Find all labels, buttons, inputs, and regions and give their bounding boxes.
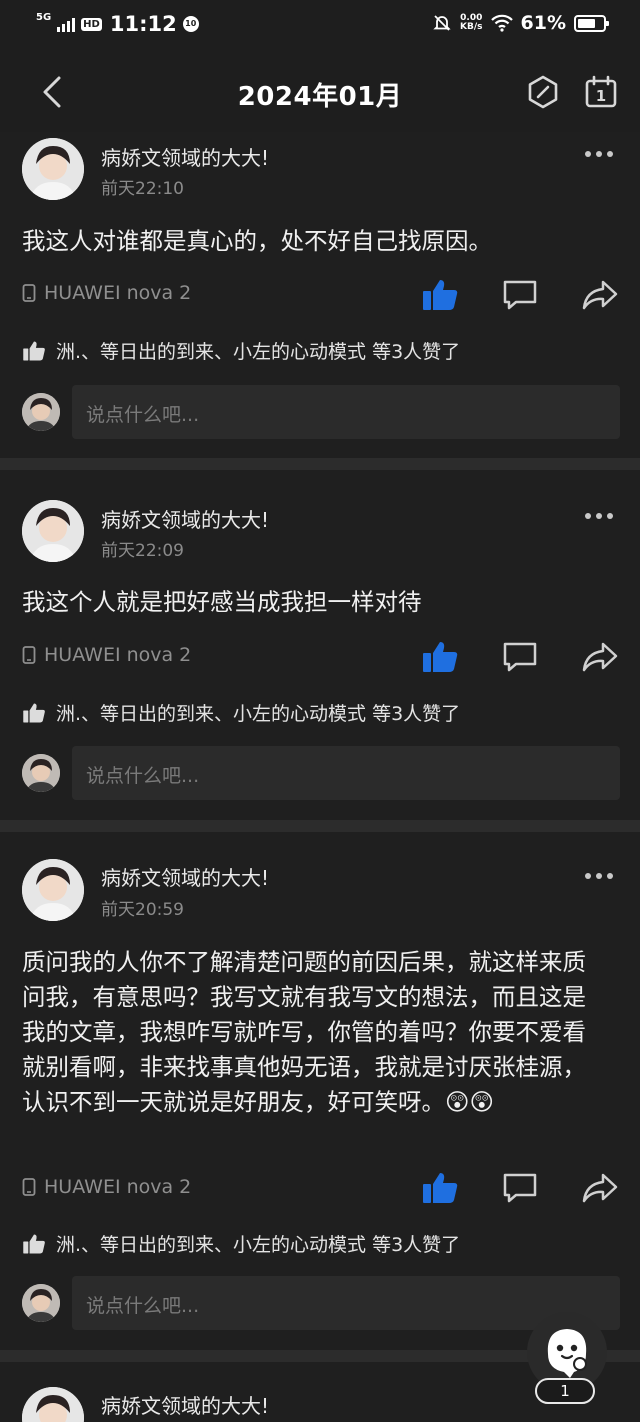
post-card: 病娇文领域的大大! 前天22:10 我这人对谁都是真心的，处不好自己找原因。 H… bbox=[0, 132, 640, 458]
comment-icon bbox=[503, 1173, 537, 1203]
speed-unit: KB/s bbox=[460, 22, 483, 32]
mute-bell-icon bbox=[433, 15, 451, 31]
post-content: 我这个人就是把好感当成我担一样对待 bbox=[22, 588, 422, 616]
share-icon bbox=[582, 280, 618, 310]
comment-input[interactable]: 说点什么吧... bbox=[72, 385, 620, 439]
battery-percent: 61% bbox=[520, 12, 566, 34]
hexagon-icon bbox=[528, 75, 558, 109]
calendar-icon: 1 bbox=[585, 75, 617, 108]
post-card: 病娇文领域的大大! 前天22:09 我这个人就是把好感当成我担一样对待 HUAW… bbox=[0, 470, 640, 820]
post-content: 我这人对谁都是真心的，处不好自己找原因。 bbox=[22, 227, 492, 255]
ghost-mascot-icon bbox=[547, 1329, 587, 1378]
thumbs-up-icon bbox=[23, 703, 45, 722]
post-feed[interactable]: 病娇文领域的大大! 前天22:10 我这人对谁都是真心的，处不好自己找原因。 H… bbox=[0, 132, 640, 1422]
share-icon bbox=[582, 1173, 618, 1203]
phone-icon bbox=[22, 1178, 36, 1196]
comment-button[interactable] bbox=[500, 275, 540, 315]
post-time: 前天20:59 bbox=[101, 900, 184, 920]
likes-summary[interactable]: 洲.、等日出的到来、小左的心动模式 等3人赞了 bbox=[22, 1230, 460, 1257]
share-button[interactable] bbox=[580, 637, 620, 677]
like-button[interactable] bbox=[420, 275, 460, 315]
calendar-day: 1 bbox=[596, 87, 606, 105]
calendar-button[interactable]: 1 bbox=[581, 72, 621, 112]
likes-text: 洲.、等日出的到来、小左的心动模式 等3人赞了 bbox=[56, 1234, 461, 1256]
device-name: HUAWEI nova 2 bbox=[44, 1176, 192, 1198]
thumbs-up-icon bbox=[23, 341, 45, 360]
avatar[interactable] bbox=[22, 1387, 84, 1422]
avatar[interactable] bbox=[22, 500, 84, 562]
thumbs-up-icon bbox=[423, 1173, 458, 1203]
more-options-button[interactable] bbox=[582, 142, 616, 166]
comment-icon bbox=[503, 280, 537, 310]
hd-badge: HD bbox=[81, 17, 102, 31]
thumbs-up-icon bbox=[423, 280, 458, 310]
avatar[interactable] bbox=[22, 859, 84, 921]
likes-text: 洲.、等日出的到来、小左的心动模式 等3人赞了 bbox=[56, 341, 461, 363]
signal-icon bbox=[57, 16, 76, 32]
divider bbox=[0, 458, 640, 470]
top-app-bar: 2024年01月 1 bbox=[0, 52, 640, 132]
device-name: HUAWEI nova 2 bbox=[44, 282, 192, 304]
phone-icon bbox=[22, 284, 36, 302]
battery-icon bbox=[574, 14, 609, 32]
post-device: HUAWEI nova 2 bbox=[22, 282, 191, 304]
post-content: 质问我的人你不了解清楚问题的前因后果，就这样来质问我，有意思吗？我写文就有我写文… bbox=[22, 948, 586, 1116]
comment-button[interactable] bbox=[500, 637, 540, 677]
more-options-button[interactable] bbox=[582, 864, 616, 888]
thumbs-up-icon bbox=[423, 642, 458, 672]
floating-mascot-button[interactable]: 1 bbox=[523, 1308, 611, 1408]
more-options-button[interactable] bbox=[582, 504, 616, 528]
post-time: 前天22:09 bbox=[101, 541, 184, 561]
phone-icon bbox=[22, 646, 36, 664]
divider bbox=[0, 820, 640, 832]
network-type: 5G bbox=[36, 12, 52, 23]
comment-avatar bbox=[22, 754, 60, 792]
thumbs-up-icon bbox=[23, 1234, 45, 1253]
post-author[interactable]: 病娇文领域的大大! bbox=[101, 504, 269, 533]
notification-badge: 10 bbox=[182, 16, 199, 32]
post-time: 前天22:10 bbox=[101, 179, 184, 199]
likes-summary[interactable]: 洲.、等日出的到来、小左的心动模式 等3人赞了 bbox=[22, 699, 460, 726]
post-author[interactable]: 病娇文领域的大大! bbox=[101, 1390, 269, 1419]
share-button[interactable] bbox=[580, 275, 620, 315]
post-card: 病娇文领域的大大! 前天20:59 质问我的人你不了解清楚问题的前因后果，就这样… bbox=[0, 832, 640, 1350]
post-author[interactable]: 病娇文领域的大大! bbox=[101, 862, 269, 891]
device-name: HUAWEI nova 2 bbox=[44, 644, 192, 666]
wifi-icon bbox=[490, 14, 513, 32]
network-speed: 0.00 KB/s bbox=[460, 14, 482, 32]
likes-summary[interactable]: 洲.、等日出的到来、小左的心动模式 等3人赞了 bbox=[22, 337, 460, 364]
share-icon bbox=[582, 642, 618, 672]
avatar[interactable] bbox=[22, 138, 84, 200]
status-bar: 5G HD 11:12 10 0.00 KB/s 61% bbox=[0, 0, 640, 52]
comment-input[interactable]: 说点什么吧... bbox=[72, 746, 620, 800]
comment-button[interactable] bbox=[500, 1168, 540, 1208]
filter-button[interactable] bbox=[523, 72, 563, 112]
like-button[interactable] bbox=[420, 1168, 460, 1208]
post-author[interactable]: 病娇文领域的大大! bbox=[101, 142, 269, 171]
likes-text: 洲.、等日出的到来、小左的心动模式 等3人赞了 bbox=[56, 703, 461, 725]
comment-icon bbox=[503, 642, 537, 672]
like-button[interactable] bbox=[420, 637, 460, 677]
post-device: HUAWEI nova 2 bbox=[22, 644, 191, 666]
share-button[interactable] bbox=[580, 1168, 620, 1208]
float-count: 1 bbox=[535, 1378, 595, 1404]
comment-avatar bbox=[22, 1284, 60, 1322]
status-time: 11:12 bbox=[109, 12, 177, 36]
post-device: HUAWEI nova 2 bbox=[22, 1176, 191, 1198]
comment-avatar bbox=[22, 393, 60, 431]
